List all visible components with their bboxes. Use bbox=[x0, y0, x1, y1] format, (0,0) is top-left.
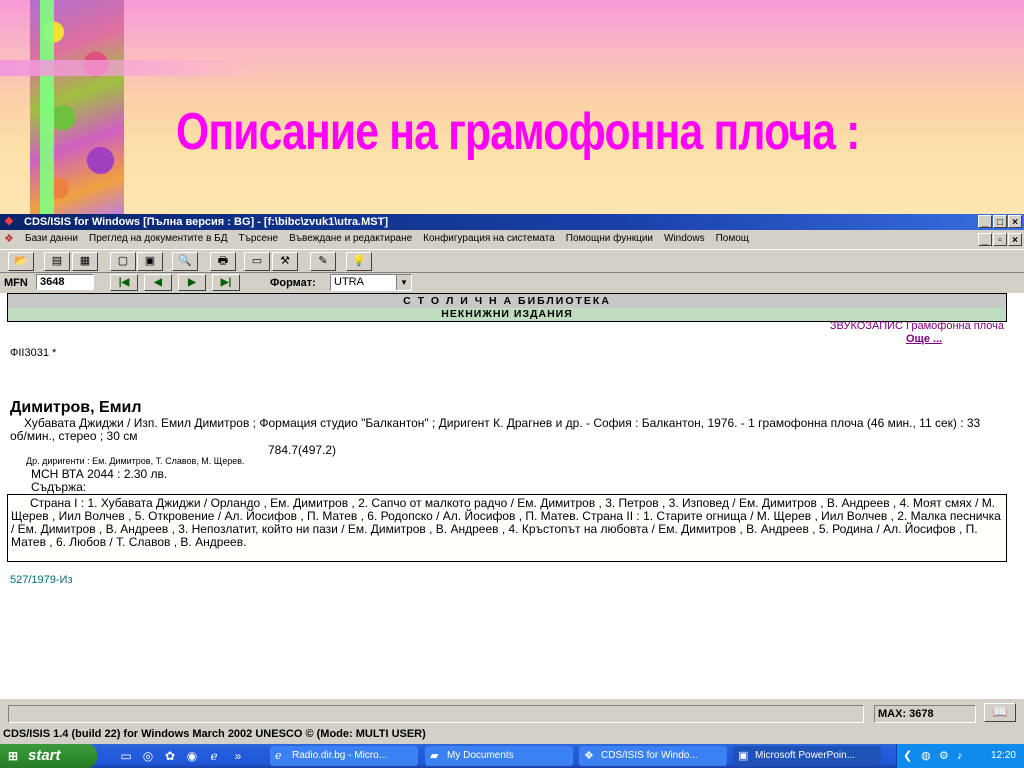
task-my-documents[interactable]: ▰ My Documents bbox=[425, 746, 573, 766]
network-icon[interactable]: ⚙ bbox=[939, 749, 949, 763]
library-header: С Т О Л И Ч Н А БИБЛИОТЕКА НЕКНИЖНИ ИЗДА… bbox=[7, 293, 1007, 322]
task-powerpoint-label: Microsoft PowerPoin... bbox=[755, 750, 856, 761]
pencil-icon[interactable]: ✎ bbox=[310, 252, 336, 271]
window-titlebar[interactable]: ❖ CDS/ISIS for Windows [Пълна версия : B… bbox=[0, 214, 1024, 230]
menu-config[interactable]: Конфигурация на системата bbox=[423, 231, 555, 247]
format-value: UTRA bbox=[334, 276, 364, 288]
menu-browse[interactable]: Преглед на документите в БД bbox=[89, 231, 228, 247]
system-tray: ❮ ◍ ⚙ ♪ 12:20 bbox=[896, 744, 1024, 768]
database-icon[interactable]: ▤ bbox=[44, 252, 70, 271]
media-icon[interactable]: ◎ bbox=[140, 748, 156, 764]
menu-windows[interactable]: Windows bbox=[664, 231, 705, 247]
first-record-icon[interactable]: |◀ bbox=[110, 274, 138, 291]
antivirus-icon[interactable]: ◍ bbox=[921, 749, 931, 763]
help-bulb-icon[interactable]: 💡 bbox=[346, 252, 372, 271]
mdi-minimize-button[interactable]: _ bbox=[978, 233, 992, 246]
menu-edit[interactable]: Въвеждане и редактиране bbox=[289, 231, 412, 247]
contents-box: Страна I : 1. Хубавата Джиджи / Орландо … bbox=[7, 494, 1007, 562]
format-label: Формат: bbox=[270, 277, 316, 289]
start-label: start bbox=[28, 747, 61, 764]
print-icon[interactable]: 🖶 bbox=[210, 252, 236, 271]
player-icon[interactable]: ◉ bbox=[184, 748, 200, 764]
ie-quicklaunch-icon[interactable]: ℯ bbox=[206, 748, 222, 764]
task-cdsisis[interactable]: ❖ CDS/ISIS for Windo... bbox=[579, 746, 727, 766]
start-button[interactable]: ⊞ start bbox=[0, 744, 97, 768]
cdsisis-icon: ❖ bbox=[584, 750, 594, 762]
mdi-buttons: _ ▫ × bbox=[978, 233, 1022, 246]
show-desktop-icon[interactable]: ▭ bbox=[118, 748, 134, 764]
document-icon[interactable]: ❖ bbox=[4, 233, 14, 245]
database-select-icon[interactable]: ▦ bbox=[72, 252, 98, 271]
task-radio-label: Radio.dir.bg - Micro... bbox=[292, 750, 388, 761]
window-title: CDS/ISIS for Windows [Пълна версия : BG]… bbox=[24, 216, 388, 228]
menu-list: Бази данни Преглед на документите в БД Т… bbox=[25, 231, 760, 247]
task-cdsisis-label: CDS/ISIS for Windo... bbox=[601, 750, 698, 761]
last-record-icon[interactable]: ▶| bbox=[212, 274, 240, 291]
menu-search[interactable]: Търсене bbox=[239, 231, 279, 247]
mdi-restore-button[interactable]: ▫ bbox=[993, 233, 1007, 246]
ie-icon: ℯ bbox=[275, 750, 282, 762]
library-name: С Т О Л И Ч Н А БИБЛИОТЕКА bbox=[8, 294, 1006, 308]
menu-databases[interactable]: Бази данни bbox=[25, 231, 78, 247]
tray-arrow-icon[interactable]: ❮ bbox=[903, 749, 912, 763]
edit-record-icon[interactable]: ▭ bbox=[244, 252, 270, 271]
clock: 12:20 bbox=[990, 750, 1016, 761]
next-record-icon[interactable]: ▶ bbox=[178, 274, 206, 291]
decorative-stripe bbox=[40, 0, 54, 214]
mfn-label: MFN bbox=[4, 277, 28, 289]
app-icon: ❖ bbox=[4, 216, 14, 228]
record-author: Димитров, Емил bbox=[10, 399, 142, 416]
task-powerpoint[interactable]: ▣ Microsoft PowerPoin... bbox=[733, 746, 881, 766]
task-my-documents-label: My Documents bbox=[447, 750, 514, 761]
record-description: Хубавата Джиджи / Изп. Емил Димитров ; Ф… bbox=[10, 416, 981, 443]
price: МСН ВТА 2044 : 2.30 лв. bbox=[31, 467, 168, 481]
udc-code: 784.7(497.2) bbox=[268, 443, 337, 457]
record-display: С Т О Л И Ч Н А БИБЛИОТЕКА НЕКНИЖНИ ИЗДА… bbox=[0, 293, 1024, 699]
status-area: MAX: 3678 📖 bbox=[0, 699, 1024, 725]
format-select[interactable]: UTRA ▼ bbox=[330, 274, 412, 291]
contents-label: Съдържа: bbox=[31, 480, 87, 494]
folder-icon: ▰ bbox=[430, 750, 439, 762]
menubar: ❖ Бази данни Преглед на документите в БД… bbox=[0, 231, 1024, 247]
powerpoint-icon: ▣ bbox=[738, 750, 749, 762]
max-records: MAX: 3678 bbox=[874, 705, 976, 723]
cdsisis-window: ❖ CDS/ISIS for Windows [Пълна версия : B… bbox=[0, 214, 1024, 744]
mfn-input[interactable]: 3648 bbox=[36, 274, 94, 290]
slide-title: Описание на грамофонна плоча : bbox=[176, 103, 860, 161]
shelf-mark: ФII3031 * bbox=[10, 347, 57, 359]
status-bar: CDS/ISIS 1.4 (build 22) for Windows Marc… bbox=[3, 728, 426, 740]
volume-icon[interactable]: ♪ bbox=[957, 749, 963, 763]
windows-flag-icon: ⊞ bbox=[8, 749, 19, 763]
search-icon[interactable]: 🔍 bbox=[172, 252, 198, 271]
navigation-bar: MFN 3648 |◀ ◀ ▶ ▶| Формат: UTRA ▼ bbox=[0, 273, 1024, 293]
browse-icon[interactable]: ▣ bbox=[137, 252, 163, 271]
document-view-icon[interactable]: ▢ bbox=[110, 252, 136, 271]
accession-number: 527/1979-Из bbox=[10, 574, 73, 586]
more-link[interactable]: Още ... bbox=[906, 333, 942, 345]
menu-utilities[interactable]: Помощни функции bbox=[566, 231, 653, 247]
record-type: ЗВУКОЗАПИС Грамофонна плоча bbox=[829, 320, 1004, 332]
task-radio[interactable]: ℯ Radio.dir.bg - Micro... bbox=[270, 746, 418, 766]
status-field bbox=[8, 705, 864, 723]
previous-record-icon[interactable]: ◀ bbox=[144, 274, 172, 291]
toolbar: 📂 ▤ ▦ ▢ ▣ 🔍 🖶 ▭ ⚒ ✎ 💡 bbox=[0, 249, 1024, 273]
minimize-button[interactable]: _ bbox=[978, 215, 992, 228]
mdi-close-button[interactable]: × bbox=[1008, 233, 1022, 246]
messenger-icon[interactable]: ✿ bbox=[162, 748, 178, 764]
menu-help[interactable]: Помощ bbox=[716, 231, 749, 247]
maximize-button[interactable]: □ bbox=[993, 215, 1007, 228]
taskbar: ⊞ start ▭ ◎ ✿ ◉ ℯ » ℯ Radio.dir.bg - Mic… bbox=[0, 744, 1024, 768]
chevron-down-icon[interactable]: ▼ bbox=[396, 275, 411, 290]
other-conductors: Др. диригенти : Ем. Димитров, Т. Славов,… bbox=[26, 456, 245, 466]
decorative-band bbox=[0, 60, 260, 76]
expand-icon[interactable]: » bbox=[230, 748, 246, 764]
open-folder-icon[interactable]: 📂 bbox=[8, 252, 34, 271]
close-button[interactable]: × bbox=[1008, 215, 1022, 228]
tools-icon[interactable]: ⚒ bbox=[272, 252, 298, 271]
book-icon[interactable]: 📖 bbox=[984, 703, 1016, 722]
caption-buttons: _ □ × bbox=[978, 215, 1022, 228]
